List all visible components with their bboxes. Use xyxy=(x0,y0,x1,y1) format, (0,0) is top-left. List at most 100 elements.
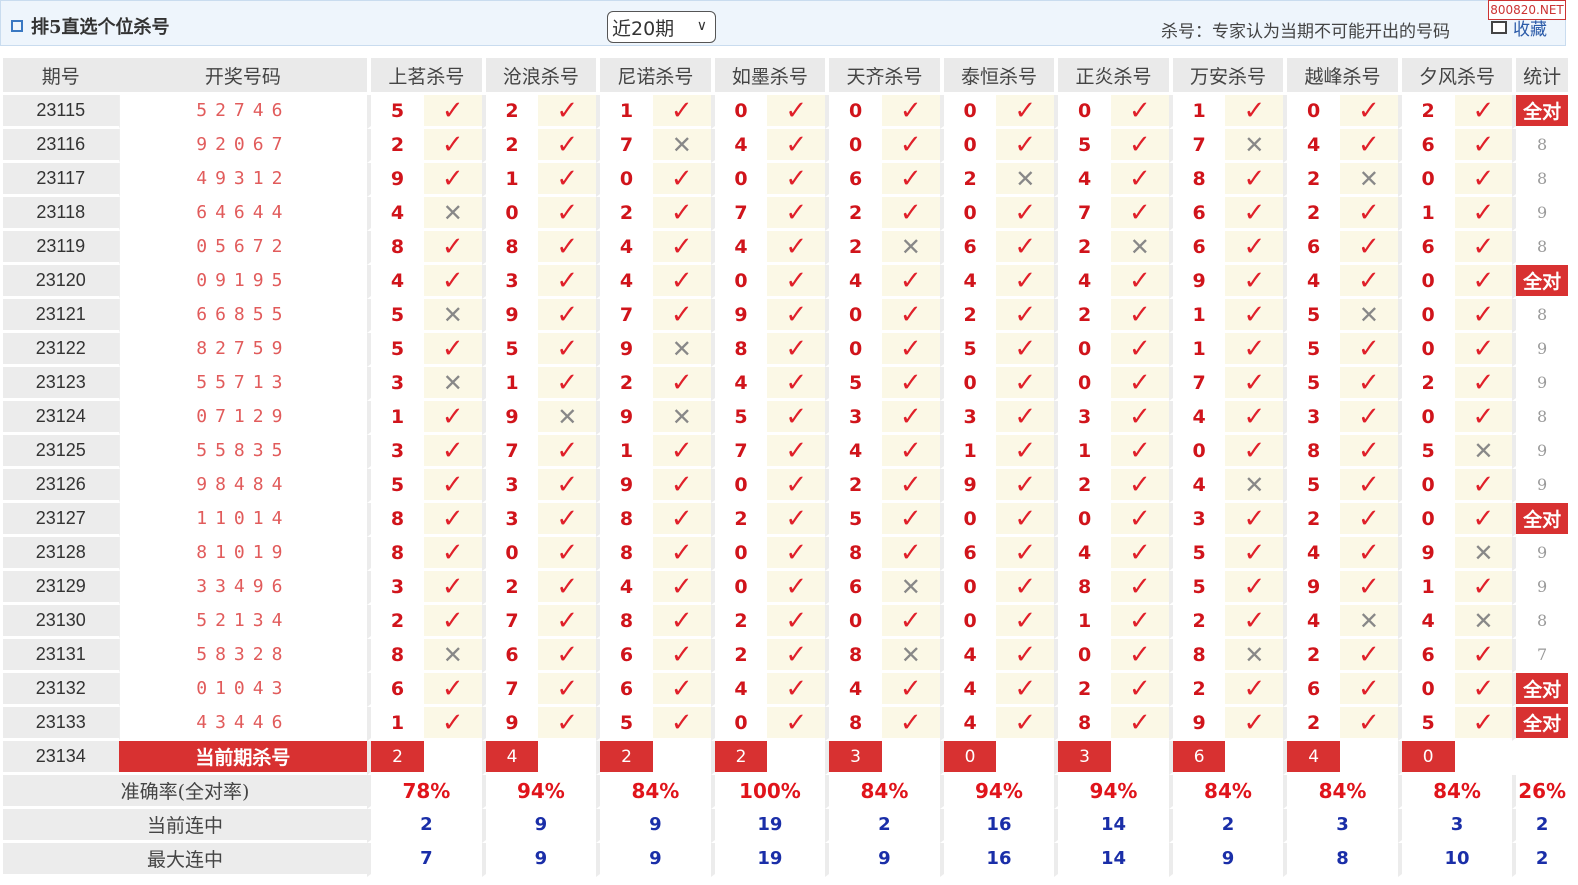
check-icon: ✓ xyxy=(1110,401,1169,435)
check-icon: ✓ xyxy=(1339,537,1398,571)
current-kill-number: 4 xyxy=(481,741,539,775)
table-row: 23125 55835 3 ✓ 7 ✓ 1 ✓ 7 ✓ 4 ✓ 1 ✓ 1 ✓ 0 ✓ 8 ✓ 5 ✕ 9 xyxy=(3,435,1568,469)
check-icon: ✓ xyxy=(1454,265,1513,299)
issue-cell: 23122 xyxy=(3,333,119,367)
check-icon: ✓ xyxy=(996,469,1055,503)
current-stat-blank xyxy=(1512,741,1568,775)
cross-icon: ✕ xyxy=(1110,231,1169,265)
check-icon: ✓ xyxy=(1110,707,1169,741)
check-icon: ✓ xyxy=(767,333,826,367)
check-icon: ✓ xyxy=(1339,197,1398,231)
check-icon: ✓ xyxy=(652,537,711,571)
check-icon: ✓ xyxy=(1110,469,1169,503)
kill-number: 2 xyxy=(367,129,424,163)
current-kill-blank xyxy=(423,741,482,775)
check-icon: ✓ xyxy=(423,333,482,367)
check-icon: ✓ xyxy=(423,571,482,605)
check-icon: ✓ xyxy=(767,163,826,197)
kill-number: 7 xyxy=(596,299,653,333)
check-icon: ✓ xyxy=(652,299,711,333)
table-row: 23123 55713 3 ✕ 1 ✓ 2 ✓ 4 ✓ 5 ✓ 0 ✓ 0 ✓ 7 ✓ 5 ✓ 2 ✓ 9 xyxy=(3,367,1568,401)
current-kill-number: 4 xyxy=(1283,741,1340,775)
check-icon: ✓ xyxy=(996,129,1055,163)
issue-cell: 23128 xyxy=(3,537,119,571)
stat-cell: 全对 xyxy=(1512,265,1568,299)
check-icon: ✓ xyxy=(423,265,482,299)
check-icon: ✓ xyxy=(1225,435,1284,469)
kill-number: 7 xyxy=(1168,367,1226,401)
kill-number: 5 xyxy=(710,401,768,435)
check-icon: ✓ xyxy=(767,503,826,537)
table-row: 23131 58328 8 ✕ 6 ✓ 6 ✓ 2 ✓ 8 ✕ 4 ✓ 0 ✓ 8 ✕ 2 ✓ 6 ✓ 7 xyxy=(3,639,1568,673)
issue-cell: 23123 xyxy=(3,367,119,401)
kill-number: 3 xyxy=(367,571,424,605)
period-select[interactable]: 近20期 ∨ xyxy=(607,11,716,43)
kill-number: 8 xyxy=(710,333,768,367)
table-row: 23128 81019 8 ✓ 0 ✓ 8 ✓ 0 ✓ 8 ✓ 6 ✓ 4 ✓ 5 ✓ 4 ✓ 9 ✕ 9 xyxy=(3,537,1568,571)
check-icon: ✓ xyxy=(881,265,940,299)
table-row: 23132 01043 6 ✓ 7 ✓ 6 ✓ 4 ✓ 4 ✓ 4 ✓ 2 ✓ 2 ✓ 6 ✓ 0 ✓ 全对 xyxy=(3,673,1568,707)
check-icon: ✓ xyxy=(767,299,826,333)
kill-number: 4 xyxy=(596,231,653,265)
kill-number: 5 xyxy=(1397,707,1455,741)
check-icon: ✓ xyxy=(881,673,940,707)
check-icon: ✓ xyxy=(423,673,482,707)
current-streak-row-value: 3 xyxy=(1283,809,1398,843)
check-icon: ✓ xyxy=(652,673,711,707)
check-icon: ✓ xyxy=(1110,197,1169,231)
draw-numbers: 07129 xyxy=(118,401,368,435)
kill-number: 0 xyxy=(710,95,768,129)
check-icon: ✓ xyxy=(1454,299,1513,333)
check-icon: ✓ xyxy=(1225,197,1284,231)
check-icon: ✓ xyxy=(652,231,711,265)
table-row: 23120 09195 4 ✓ 3 ✓ 4 ✓ 0 ✓ 4 ✓ 4 ✓ 4 ✓ 9 ✓ 4 ✓ 0 ✓ 全对 xyxy=(3,265,1568,299)
check-icon: ✓ xyxy=(652,707,711,741)
current-issue: 23134 xyxy=(3,741,119,775)
table-row: 23116 92067 2 ✓ 2 ✓ 7 ✕ 4 ✓ 0 ✓ 0 ✓ 5 ✓ 7 ✕ 4 ✓ 6 ✓ 8 xyxy=(3,129,1568,163)
check-icon: ✓ xyxy=(652,435,711,469)
check-icon: ✓ xyxy=(767,401,826,435)
kill-number: 2 xyxy=(596,197,653,231)
kill-number: 9 xyxy=(939,469,997,503)
max-streak-row-value: 9 xyxy=(825,843,940,877)
kill-number: 9 xyxy=(1168,707,1226,741)
check-icon: ✓ xyxy=(1454,707,1513,741)
check-icon: ✓ xyxy=(538,231,597,265)
kill-number: 8 xyxy=(367,537,424,571)
kill-number: 4 xyxy=(710,129,768,163)
check-icon: ✓ xyxy=(1225,571,1284,605)
stat-cell: 8 xyxy=(1512,231,1568,265)
kill-number: 1 xyxy=(1054,605,1111,639)
check-icon: ✓ xyxy=(996,707,1055,741)
check-icon: ✓ xyxy=(538,265,597,299)
check-icon: ✓ xyxy=(1339,571,1398,605)
kill-number: 7 xyxy=(710,435,768,469)
kill-number: 0 xyxy=(710,571,768,605)
check-icon: ✓ xyxy=(423,401,482,435)
check-icon: ✓ xyxy=(652,265,711,299)
kill-number: 0 xyxy=(1397,299,1455,333)
table-row: 23121 66855 5 ✕ 9 ✓ 7 ✓ 9 ✓ 0 ✓ 2 ✓ 2 ✓ 1 ✓ 5 ✕ 0 ✓ 8 xyxy=(3,299,1568,333)
kill-number: 8 xyxy=(596,605,653,639)
check-icon: ✓ xyxy=(538,571,597,605)
kill-number: 5 xyxy=(367,95,424,129)
check-icon: ✓ xyxy=(996,197,1055,231)
max-streak-row-value: 16 xyxy=(939,843,1055,877)
col-header-expert: 正炎杀号 xyxy=(1054,58,1169,95)
stat-cell: 9 xyxy=(1512,469,1568,503)
check-icon: ✓ xyxy=(881,299,940,333)
kill-number: 3 xyxy=(825,401,882,435)
current-kill-blank xyxy=(767,741,826,775)
issue-cell: 23125 xyxy=(3,435,119,469)
kill-number: 2 xyxy=(1283,197,1340,231)
check-icon: ✓ xyxy=(1339,707,1398,741)
draw-numbers: 52746 xyxy=(118,95,368,129)
cross-icon: ✕ xyxy=(1339,605,1398,639)
current-kill-row: 23134 当前期杀号 2 4 2 2 3 0 3 6 4 0 xyxy=(3,741,1568,775)
kill-number: 6 xyxy=(1283,673,1340,707)
check-icon: ✓ xyxy=(996,571,1055,605)
kill-number: 4 xyxy=(939,707,997,741)
stat-cell: 全对 xyxy=(1512,673,1568,707)
current-streak-row-value: 2 xyxy=(1168,809,1284,843)
check-icon: ✓ xyxy=(1339,503,1398,537)
